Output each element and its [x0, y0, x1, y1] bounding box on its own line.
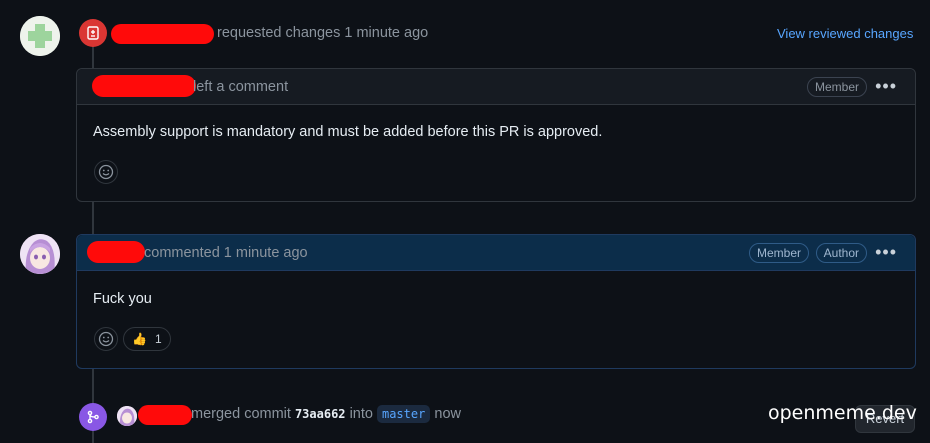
more-options-icon[interactable]: •••: [875, 77, 897, 95]
smiley-icon: [98, 164, 114, 180]
comment-header: commented 1 minute ago Member Author •••: [77, 235, 915, 271]
comment-body: Fuck you: [93, 291, 152, 307]
request-changes-icon: [79, 19, 107, 47]
review-action-text: requested changes 1 minute ago: [217, 25, 429, 41]
merge-action-text: merged commit 73aa662 into master now: [191, 405, 461, 423]
redacted-username: [87, 241, 145, 263]
thumbs-up-reaction[interactable]: 👍 1: [123, 327, 171, 351]
merge-icon: [79, 403, 107, 431]
view-reviewed-changes-link[interactable]: View reviewed changes: [777, 26, 913, 41]
add-reaction-button[interactable]: [94, 160, 118, 184]
commit-hash-link[interactable]: 73aa662: [295, 407, 346, 421]
redacted-username: [92, 75, 196, 97]
author-badge: Author: [815, 243, 867, 263]
author-avatar[interactable]: [20, 234, 60, 274]
more-options-icon[interactable]: •••: [875, 243, 897, 261]
watermark: openmeme.dev: [768, 402, 917, 424]
reviewer-avatar[interactable]: [20, 16, 60, 56]
smiley-icon: [98, 331, 114, 347]
merger-avatar[interactable]: [117, 406, 137, 426]
member-badge: Member: [748, 243, 809, 263]
thumbs-up-icon: 👍: [132, 332, 147, 346]
redacted-username: [111, 24, 214, 44]
review-comment-card: left a comment Member ••• Assembly suppo…: [76, 68, 916, 202]
comment-action-text: commented 1 minute ago: [144, 245, 308, 261]
comment-body: Assembly support is mandatory and must b…: [93, 124, 603, 140]
comment-action-text: left a comment: [193, 79, 289, 95]
reaction-count: 1: [154, 332, 162, 346]
add-reaction-button[interactable]: [94, 327, 118, 351]
comment-header: left a comment Member •••: [77, 69, 915, 105]
redacted-username: [138, 405, 192, 425]
member-badge: Member: [806, 77, 867, 97]
author-comment-card: commented 1 minute ago Member Author •••…: [76, 234, 916, 369]
branch-name[interactable]: master: [376, 405, 431, 423]
